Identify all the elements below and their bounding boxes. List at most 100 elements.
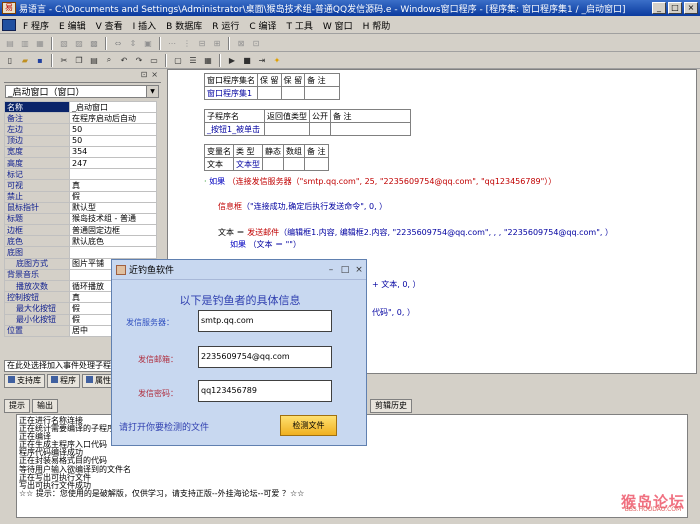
object-selector[interactable]: _启动窗口（窗口） ▼: [5, 85, 159, 98]
property-value[interactable]: 普通固定边框: [69, 224, 157, 237]
property-value[interactable]: [69, 246, 157, 259]
cut-icon[interactable]: ✂: [57, 54, 71, 67]
table-cell[interactable]: [262, 157, 284, 171]
table-cell[interactable]: [330, 122, 411, 136]
maximize-button[interactable]: □: [668, 2, 682, 14]
table-cell[interactable]: 窗口程序集1: [204, 86, 258, 100]
tab-program[interactable]: 程序: [47, 374, 80, 388]
password-input[interactable]: qq123456789: [198, 380, 332, 402]
property-row[interactable]: 高度 247: [4, 156, 157, 170]
code-line[interactable]: · 如果 （连接发信服务器（"smtp.qq.com", 25, "223560…: [204, 177, 556, 187]
new-file-icon[interactable]: ▯: [3, 54, 17, 67]
align-left-icon[interactable]: ▤: [3, 37, 17, 50]
table-cell[interactable]: [304, 157, 329, 171]
tab-output[interactable]: 输出: [32, 399, 58, 413]
window-icon[interactable]: ▢: [171, 54, 185, 67]
table-cell[interactable]: _按钮1_被单击: [204, 122, 265, 136]
center-v-icon[interactable]: ⊞: [210, 37, 224, 50]
align-middle-icon[interactable]: ▨: [72, 37, 86, 50]
property-value[interactable]: 354: [69, 145, 157, 158]
grid-icon[interactable]: ⊠: [234, 37, 248, 50]
property-row[interactable]: 左边 50: [4, 123, 157, 136]
property-row[interactable]: 标题 猴岛技术组 - 普通: [4, 212, 157, 226]
lock-icon[interactable]: ⊡: [249, 37, 263, 50]
vspace-icon[interactable]: ⋮: [180, 37, 194, 50]
minimize-button[interactable]: _: [652, 2, 666, 14]
property-row[interactable]: 鼠标指针 默认型: [4, 201, 157, 214]
menu-app-icon[interactable]: [2, 19, 16, 31]
open-folder-icon[interactable]: ▰: [18, 54, 32, 67]
property-value[interactable]: _启动窗口: [69, 100, 157, 114]
property-row[interactable]: 顶边 50: [4, 134, 157, 147]
save-icon[interactable]: ▪: [33, 54, 47, 67]
same-size-icon[interactable]: ▣: [141, 37, 155, 50]
property-value[interactable]: 50: [69, 123, 157, 136]
close-button[interactable]: ×: [684, 2, 698, 14]
table-cell[interactable]: 文本型: [233, 157, 263, 171]
code-line[interactable]: + 文本, 0, ）: [372, 280, 421, 290]
align-top-icon[interactable]: ▧: [57, 37, 71, 50]
hspace-icon[interactable]: ⋯: [165, 37, 179, 50]
tab-support-library[interactable]: 支持库: [4, 374, 45, 388]
dialog-minimize-icon[interactable]: –: [324, 265, 338, 275]
property-row[interactable]: 标记: [4, 168, 157, 181]
redo-icon[interactable]: ↷: [132, 54, 146, 67]
align-center-icon[interactable]: ▥: [18, 37, 32, 50]
table-cell[interactable]: [264, 122, 310, 136]
center-h-icon[interactable]: ⊟: [195, 37, 209, 50]
check-file-button[interactable]: 检测文件: [280, 415, 337, 436]
property-value[interactable]: 在程序启动后自动: [69, 112, 157, 125]
table-cell[interactable]: [280, 86, 306, 100]
code-line[interactable]: 如果 （文本 ＝ ""）: [230, 240, 301, 250]
property-value[interactable]: 50: [69, 134, 157, 147]
menu-database[interactable]: B 数据库: [161, 19, 207, 32]
compile-icon[interactable]: ✦: [270, 54, 284, 67]
grid-view-icon[interactable]: ▦: [201, 54, 215, 67]
same-height-icon[interactable]: ⇕: [126, 37, 140, 50]
property-row[interactable]: 底图: [4, 246, 157, 259]
stop-icon[interactable]: ■: [240, 54, 254, 67]
server-input[interactable]: smtp.qq.com: [198, 310, 332, 332]
pin-icon[interactable]: ⊡: [141, 70, 148, 82]
panel-close-icon[interactable]: ×: [151, 70, 158, 82]
property-value[interactable]: 247: [69, 156, 157, 170]
table-cell[interactable]: [304, 86, 341, 100]
menu-insert[interactable]: I 插入: [128, 19, 162, 32]
run-icon[interactable]: ▶: [225, 54, 239, 67]
dialog-close-icon[interactable]: ×: [352, 265, 366, 275]
menu-help[interactable]: H 帮助: [358, 19, 396, 32]
menu-tools[interactable]: T 工具: [281, 19, 317, 32]
property-value[interactable]: 猴岛技术组 - 普通: [69, 212, 157, 226]
property-value[interactable]: 真: [69, 179, 157, 192]
chevron-down-icon[interactable]: ▼: [146, 86, 158, 97]
paste-icon[interactable]: ▤: [87, 54, 101, 67]
property-value[interactable]: 假: [69, 190, 157, 203]
menu-window[interactable]: W 窗口: [318, 19, 358, 32]
property-row[interactable]: 名称 _启动窗口: [4, 100, 157, 114]
property-value[interactable]: 默认型: [69, 201, 157, 214]
table-cell[interactable]: [309, 122, 331, 136]
tab-clip-history[interactable]: 剪辑历史: [370, 399, 412, 413]
list-icon[interactable]: ☰: [186, 54, 200, 67]
menu-run[interactable]: R 运行: [207, 19, 244, 32]
undo-icon[interactable]: ↶: [117, 54, 131, 67]
find-icon[interactable]: ⌕: [102, 54, 116, 67]
step-icon[interactable]: ⇥: [255, 54, 269, 67]
property-row[interactable]: 宽度 354: [4, 145, 157, 158]
table-cell[interactable]: [257, 86, 282, 100]
mail-input[interactable]: 2235609754@qq.com: [198, 346, 332, 368]
menu-edit[interactable]: E 编辑: [54, 19, 91, 32]
property-row[interactable]: 底色 默认底色: [4, 235, 157, 248]
code-line[interactable]: 文本 ＝ 发送邮件（编辑框1.内容, 编辑框2.内容, "2235609754@…: [218, 228, 613, 238]
menu-view[interactable]: V 查看: [91, 19, 128, 32]
menu-program[interactable]: F 程序: [18, 19, 54, 32]
table-cell[interactable]: [283, 157, 305, 171]
table-cell[interactable]: 文本: [204, 157, 234, 171]
property-row[interactable]: 可视真: [4, 179, 157, 192]
property-value[interactable]: [69, 168, 157, 181]
code-line[interactable]: 信息框（"连接成功,确定后执行发送命令", 0, ）: [218, 202, 387, 212]
dialog-maximize-icon[interactable]: □: [338, 265, 352, 275]
menu-compile[interactable]: C 编译: [244, 19, 281, 32]
copy-icon[interactable]: ❐: [72, 54, 86, 67]
property-row[interactable]: 边框 普通固定边框: [4, 224, 157, 237]
